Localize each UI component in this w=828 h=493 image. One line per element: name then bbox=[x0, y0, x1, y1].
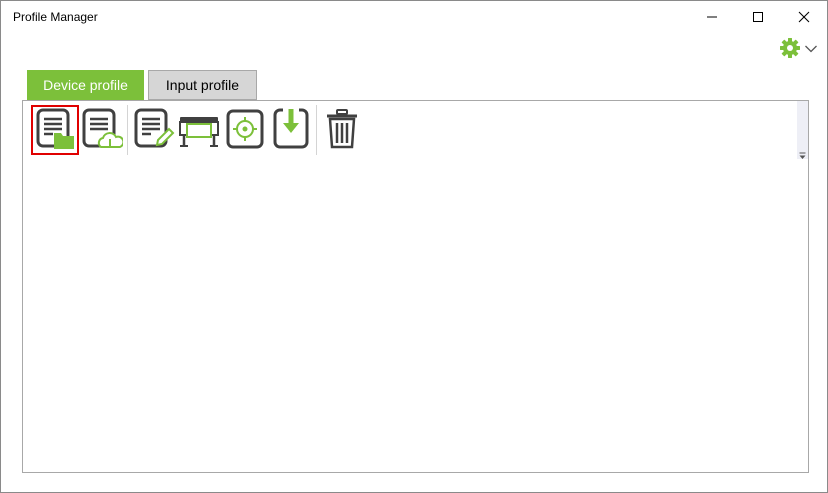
settings-menu-button[interactable] bbox=[779, 37, 821, 64]
target-calibration-icon bbox=[223, 107, 267, 156]
download-profile-cloud-icon bbox=[79, 107, 125, 156]
open-profile-button[interactable] bbox=[32, 107, 78, 155]
download-profile-button[interactable] bbox=[78, 107, 125, 156]
import-profile-button[interactable] bbox=[268, 107, 314, 155]
overflow-arrow-icon bbox=[799, 147, 806, 165]
minimize-icon bbox=[706, 11, 718, 23]
trash-icon bbox=[320, 107, 364, 156]
gear-icon bbox=[779, 37, 801, 64]
toolbar-separator bbox=[316, 105, 317, 155]
close-button[interactable] bbox=[781, 1, 827, 33]
target-calibration-button[interactable] bbox=[222, 107, 268, 155]
import-profile-icon bbox=[269, 107, 313, 156]
close-icon bbox=[798, 11, 810, 23]
tab-input-profile[interactable]: Input profile bbox=[148, 70, 257, 100]
toolbar-overflow-button[interactable] bbox=[797, 101, 808, 159]
profile-manager-window: Profile Manager Device profile Input pro… bbox=[0, 0, 828, 493]
toolbar-separator bbox=[127, 105, 128, 155]
device-profile-panel bbox=[22, 100, 809, 473]
minimize-button[interactable] bbox=[689, 1, 735, 33]
printer-button[interactable] bbox=[176, 107, 222, 155]
edit-profile-button[interactable] bbox=[130, 107, 176, 155]
printer-icon bbox=[177, 107, 221, 156]
delete-profile-button[interactable] bbox=[319, 107, 365, 155]
tab-label: Device profile bbox=[43, 77, 128, 93]
tab-label: Input profile bbox=[165, 77, 240, 93]
profile-toolbar bbox=[23, 101, 808, 159]
edit-profile-icon bbox=[131, 107, 175, 156]
maximize-button[interactable] bbox=[735, 1, 781, 33]
open-profile-folder-icon bbox=[33, 107, 77, 156]
window-title: Profile Manager bbox=[13, 10, 98, 24]
chevron-down-icon bbox=[804, 41, 818, 59]
maximize-icon bbox=[752, 11, 764, 23]
tab-device-profile[interactable]: Device profile bbox=[27, 70, 144, 100]
title-bar: Profile Manager bbox=[1, 1, 827, 33]
